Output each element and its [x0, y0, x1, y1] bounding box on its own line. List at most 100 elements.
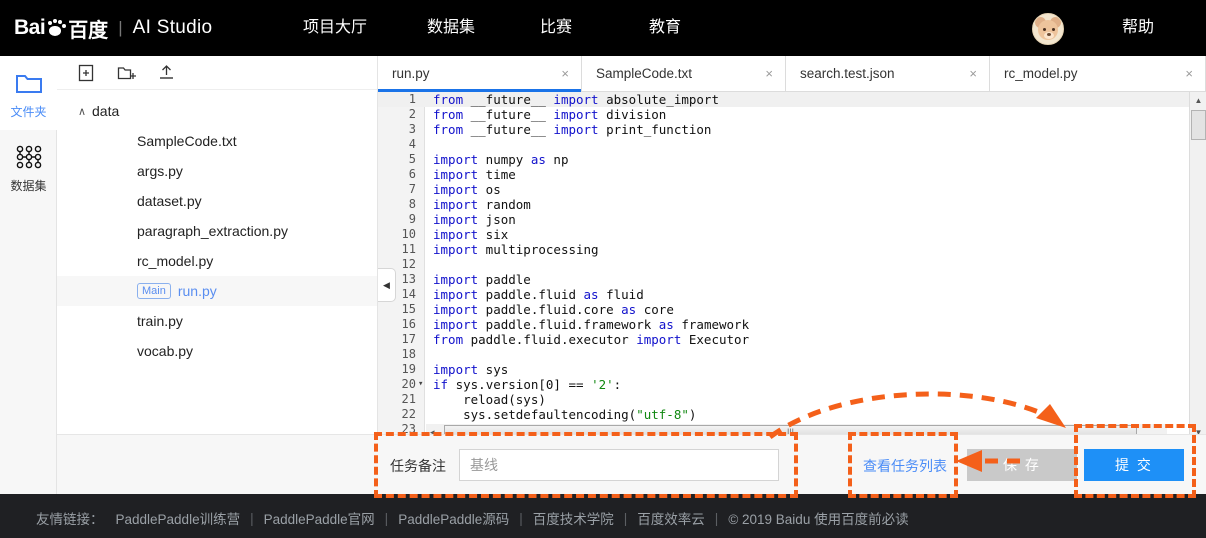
code-text: import time [433, 167, 516, 182]
list-item-run-py[interactable]: Main run.py [57, 276, 377, 306]
code-line: 21 reload(sys) [378, 392, 1206, 407]
logo-baidu-text: Bai [14, 16, 46, 39]
line-number: 2 [408, 107, 416, 121]
line-number: 18 [401, 347, 416, 361]
code-line: 19 import sys [378, 362, 1206, 377]
footer-links-row: 友情链接： PaddlePaddle训练营 | PaddlePaddle官网 |… [36, 508, 909, 528]
code-line: 1 from __future__ import absolute_import [378, 92, 1206, 107]
footer-link-baidu-tech-college[interactable]: 百度技术学院 [533, 508, 614, 528]
line-number: 20 [401, 377, 416, 391]
logo-product-name: AI Studio [132, 17, 213, 38]
submit-action-bar: 任务备注 查看任务列表 保 存 提 交 [57, 434, 1206, 494]
tab-rc-model-py[interactable]: rc_model.py × [990, 56, 1206, 91]
tab-label: run.py [392, 66, 430, 81]
sidebar-item-folder[interactable]: 文件夹 [0, 56, 57, 130]
file-name: rc_model.py [137, 253, 214, 269]
code-line: 17 from paddle.fluid.executor import Exec… [378, 332, 1206, 347]
line-number: 16 [401, 317, 416, 331]
avatar-eye-left [1043, 28, 1046, 31]
tab-run-py[interactable]: run.py × [378, 56, 582, 92]
panel-collapse-handle[interactable]: ◀ [378, 268, 396, 302]
code-area[interactable]: 1 from __future__ import absolute_import 2… [378, 92, 1206, 441]
file-name: SampleCode.txt [137, 133, 237, 149]
list-item[interactable]: paragraph_extraction.py [57, 216, 377, 246]
footer-separator: | [250, 510, 254, 526]
code-lines-container: 1 from __future__ import absolute_import 2… [378, 92, 1206, 441]
code-line: 2 from __future__ import division [378, 107, 1206, 122]
nav-datasets[interactable]: 数据集 [427, 0, 475, 56]
list-item[interactable]: dataset.py [57, 186, 377, 216]
dataset-nodes-icon [0, 142, 57, 172]
sidebar-item-dataset[interactable]: 数据集 [0, 130, 57, 204]
code-text: import numpy as np [433, 152, 569, 167]
tab-search-test-json[interactable]: search.test.json × [786, 56, 990, 91]
file-name: dataset.py [137, 193, 202, 209]
close-icon[interactable]: × [765, 66, 773, 81]
tab-label: search.test.json [800, 66, 895, 81]
list-item[interactable]: args.py [57, 156, 377, 186]
footer-link-paddlepaddle-camp[interactable]: PaddlePaddle训练营 [116, 508, 241, 528]
view-task-list-link[interactable]: 查看任务列表 [863, 456, 947, 476]
line-number: 22 [401, 407, 416, 421]
footer-copyright[interactable]: © 2019 Baidu 使用百度前必读 [728, 508, 908, 528]
scroll-up-arrow-icon[interactable]: ▲ [1190, 92, 1206, 109]
footer-link-paddlepaddle-source[interactable]: PaddlePaddle源码 [398, 508, 509, 528]
line-number: 1 [408, 92, 416, 106]
left-rail: 文件夹 数据集 [0, 56, 57, 494]
code-line: 5 import numpy as np [378, 152, 1206, 167]
main-badge: Main [137, 283, 171, 299]
line-number: 5 [408, 152, 416, 166]
line-number: 4 [408, 137, 416, 151]
task-remark-input[interactable] [459, 449, 779, 481]
code-text: from __future__ import print_function [433, 122, 712, 137]
close-icon[interactable]: × [969, 66, 977, 81]
list-item[interactable]: ∧ data [57, 96, 377, 126]
vertical-scrollbar[interactable]: ▲ ▼ [1189, 92, 1206, 441]
logo-separator: | [118, 18, 123, 37]
footer-separator: | [384, 510, 389, 526]
list-item[interactable]: SampleCode.txt [57, 126, 377, 156]
save-button[interactable]: 保 存 [967, 449, 1077, 481]
nav-competitions[interactable]: 比赛 [540, 0, 572, 56]
line-number: 3 [408, 122, 416, 136]
line-number: 6 [408, 167, 416, 181]
footer-link-baidu-efficiency-cloud[interactable]: 百度效率云 [637, 508, 705, 528]
nav-education[interactable]: 教育 [649, 0, 681, 56]
code-text: import os [433, 182, 501, 197]
code-fold-icon[interactable]: ▾ [418, 377, 423, 392]
code-text: import sys [433, 362, 509, 377]
close-icon[interactable]: × [1185, 66, 1193, 81]
list-item[interactable]: vocab.py [57, 336, 377, 366]
chevron-up-icon[interactable]: ∧ [78, 105, 92, 118]
code-line: 15 import paddle.fluid.core as core [378, 302, 1206, 317]
vertical-scroll-thumb[interactable] [1191, 110, 1206, 140]
page-footer: 友情链接： PaddlePaddle训练营 | PaddlePaddle官网 |… [0, 494, 1206, 538]
list-item[interactable]: train.py [57, 306, 377, 336]
nav-help[interactable]: 帮助 [1122, 0, 1154, 56]
file-name: vocab.py [137, 343, 194, 359]
tab-samplecode-txt[interactable]: SampleCode.txt × [582, 56, 786, 91]
code-text: import paddle.fluid.core as core [433, 302, 674, 317]
line-number: 15 [401, 302, 416, 316]
footer-link-paddlepaddle-official[interactable]: PaddlePaddle官网 [264, 508, 375, 528]
code-text: reload(sys) [433, 392, 546, 407]
nav-project-hall[interactable]: 项目大厅 [303, 0, 367, 56]
file-name: args.py [137, 163, 183, 179]
code-line: 11 import multiprocessing [378, 242, 1206, 257]
line-number: 11 [401, 242, 416, 256]
upload-icon[interactable] [156, 63, 176, 83]
close-icon[interactable]: × [561, 66, 569, 81]
list-item[interactable]: rc_model.py [57, 246, 377, 276]
submit-button[interactable]: 提 交 [1084, 449, 1184, 481]
code-text: import json [433, 212, 516, 227]
new-file-icon[interactable] [76, 63, 96, 83]
sidebar-item-folder-label: 文件夹 [10, 105, 47, 119]
avatar-nose [1047, 33, 1051, 36]
user-avatar[interactable] [1032, 13, 1064, 45]
new-folder-icon[interactable] [116, 63, 136, 83]
footer-friendly-links-label: 友情链接： [36, 512, 104, 527]
code-text: from __future__ import division [433, 107, 667, 122]
code-line: 16 import paddle.fluid.framework as frame… [378, 317, 1206, 332]
line-number: 17 [401, 332, 416, 346]
baidu-ai-studio-logo[interactable]: Bai 百度 | AI Studio [14, 14, 212, 42]
